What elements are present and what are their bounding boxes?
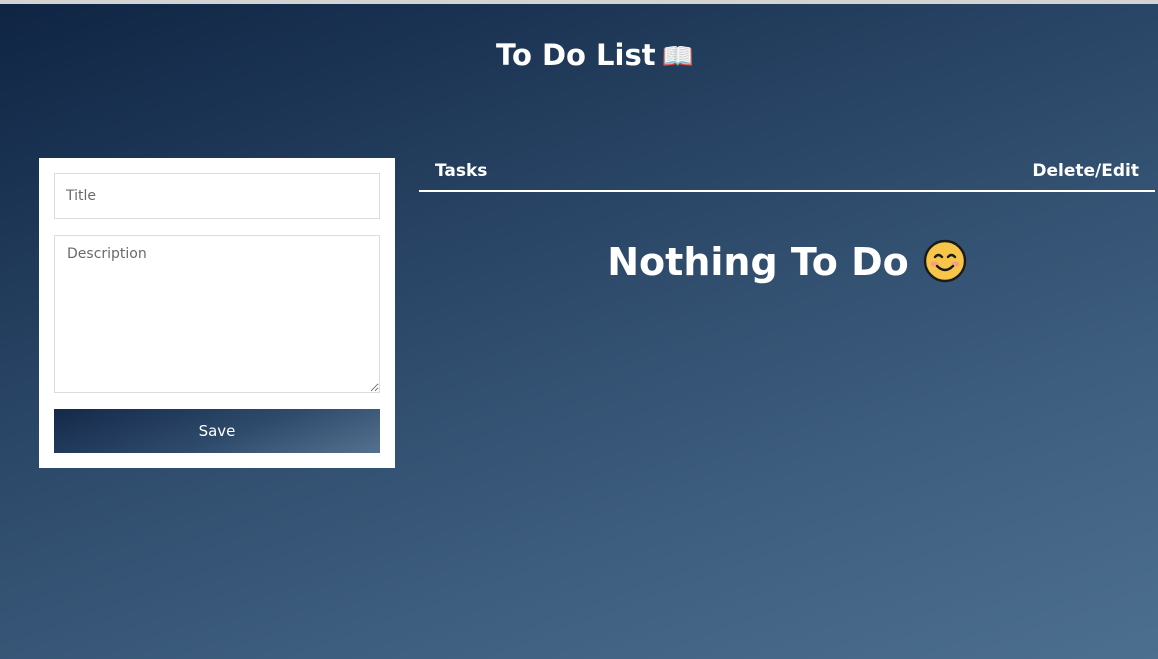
description-textarea[interactable] — [54, 235, 380, 393]
open-book-icon: 📖 — [661, 42, 694, 72]
empty-state: Nothing To Do — [419, 239, 1155, 287]
tasks-table-header: Tasks Delete/Edit — [419, 158, 1155, 192]
page-title: To Do List 📖 — [0, 38, 1158, 72]
window-top-border — [0, 0, 1158, 4]
page-title-text: To Do List — [496, 38, 656, 72]
title-input[interactable] — [54, 173, 380, 219]
task-form-card: Save — [39, 158, 395, 468]
smiling-face-icon — [923, 239, 966, 282]
save-button[interactable]: Save — [54, 409, 380, 453]
column-header-delete-edit: Delete/Edit — [1032, 161, 1139, 181]
empty-state-text: Nothing To Do — [607, 240, 909, 284]
column-header-tasks: Tasks — [435, 161, 488, 181]
